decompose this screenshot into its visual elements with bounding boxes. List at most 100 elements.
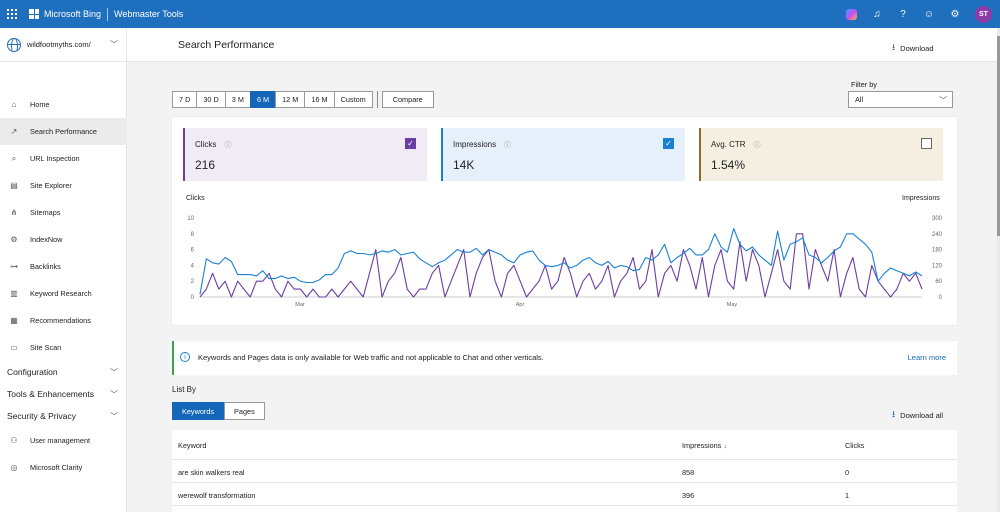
checkmark-icon: ✓ xyxy=(407,139,414,148)
list-by-label: List By xyxy=(172,385,197,394)
top-bar: Microsoft Bing Webmaster Tools ♫ ? ☺ ⚙ S… xyxy=(0,0,1000,28)
brand-divider xyxy=(107,7,109,21)
impressions-cell: 858 xyxy=(682,468,695,477)
page-header: Search Performance ⭳ Download xyxy=(127,28,1000,62)
impressions-checkbox[interactable]: ✓ xyxy=(663,138,674,149)
sidebar-item-site-scan[interactable]: ▭ Site Scan xyxy=(0,334,127,361)
clicks-checkbox[interactable]: ✓ xyxy=(405,138,416,149)
sidebar-group-configuration[interactable]: Configuration ﹀ xyxy=(0,361,127,383)
right-tick-label: 180 xyxy=(932,248,943,254)
sidebar-item-user-management[interactable]: ⚇ User management xyxy=(0,427,127,454)
site-selector[interactable]: wildfootmyths.com/ ﹀ xyxy=(0,28,126,62)
sidebar-item-search-performance[interactable]: ↗ Search Performance xyxy=(0,118,127,145)
sidebar-item-label: Recommendations xyxy=(30,316,91,325)
download-all-label: Download all xyxy=(900,410,944,420)
sidebar-item-backlinks[interactable]: ⊶ Backlinks xyxy=(0,253,127,280)
performance-chart[interactable]: 0 2 4 6 8 10 0 60 120 180 240 300 Mar Apr May xyxy=(180,210,950,315)
range-30d[interactable]: 30 D xyxy=(196,91,225,108)
settings-gear-icon[interactable]: ⚙ xyxy=(949,9,961,20)
sidebar-item-microsoft-clarity[interactable]: ◎ Microsoft Clarity xyxy=(0,454,127,481)
list-by-tabs: Keywords Pages xyxy=(172,402,265,420)
feedback-smiley-icon[interactable]: ☺ xyxy=(923,9,935,20)
ctr-metric-card[interactable]: Avg. CTR ⓘ 1.54% xyxy=(699,128,943,181)
range-custom[interactable]: Custom xyxy=(333,91,373,108)
column-header-impressions[interactable]: Impressions ↓ xyxy=(682,441,727,450)
app-launcher-icon[interactable] xyxy=(7,9,17,19)
sidebar-group-label: Security & Privacy xyxy=(7,411,76,421)
filter-label: Filter by xyxy=(851,80,877,89)
column-header-keyword[interactable]: Keyword xyxy=(178,441,206,450)
clicks-series-line xyxy=(199,233,923,298)
left-tick-label: 8 xyxy=(191,232,195,238)
range-6m[interactable]: 6 M xyxy=(249,91,276,108)
brand-name[interactable]: Microsoft Bing xyxy=(44,9,101,19)
keyword-cell: werewolf transformation xyxy=(178,491,256,500)
sidebar-group-tools-enhancements[interactable]: Tools & Enhancements ﹀ xyxy=(0,383,127,405)
sidebar-item-sitemaps[interactable]: ⋔ Sitemaps xyxy=(0,199,127,226)
download-all-button[interactable]: ⭳ Download all xyxy=(892,407,943,423)
filter-value: All xyxy=(855,95,864,104)
table-header: Keyword Impressions ↓ Clicks xyxy=(172,430,957,460)
info-icon[interactable]: ⓘ xyxy=(504,142,511,149)
sidebar-item-indexnow[interactable]: ⚙ IndexNow xyxy=(0,226,127,253)
avatar[interactable]: ST xyxy=(975,5,992,23)
sidebar-item-label: Backlinks xyxy=(30,262,61,271)
impressions-cell: 396 xyxy=(682,491,695,500)
sidebar-item-label: IndexNow xyxy=(30,235,63,244)
range-3m[interactable]: 3 M xyxy=(224,91,250,108)
globe-icon xyxy=(7,37,21,52)
compare-button[interactable]: Compare xyxy=(381,91,434,108)
sidebar-item-label: Search Performance xyxy=(30,127,97,136)
learn-more-link[interactable]: Learn more xyxy=(908,353,946,362)
sitemap-icon: ⋔ xyxy=(10,208,18,217)
clicks-cell: 1 xyxy=(845,491,850,500)
tab-keywords[interactable]: Keywords xyxy=(172,402,225,420)
table-row[interactable]: are skin walkers real 858 0 xyxy=(172,460,957,483)
sidebar-item-label: Keyword Research xyxy=(30,289,92,298)
left-tick-label: 10 xyxy=(187,216,194,222)
sidebar-nav: ⌂ Home ↗ Search Performance ⌕ URL Inspection ▤… xyxy=(0,91,127,481)
range-12m[interactable]: 12 M xyxy=(275,91,305,108)
ctr-checkbox[interactable] xyxy=(921,138,932,149)
range-divider xyxy=(376,91,378,108)
sidebar-item-url-inspection[interactable]: ⌕ URL Inspection xyxy=(0,145,127,172)
impressions-metric-card[interactable]: Impressions ⓘ 14K ✓ xyxy=(441,128,685,181)
x-tick-label: May xyxy=(727,302,738,308)
sidebar-item-home[interactable]: ⌂ Home xyxy=(0,91,127,118)
keyword-cell: are skin walkers real xyxy=(178,468,245,477)
clicks-value: 216 xyxy=(195,158,216,172)
left-tick-label: 4 xyxy=(191,263,195,269)
sidebar-group-security-privacy[interactable]: Security & Privacy ﹀ xyxy=(0,405,127,427)
sidebar-item-label: Sitemaps xyxy=(30,208,61,217)
info-icon[interactable]: ⓘ xyxy=(224,142,231,149)
sidebar-item-label: User management xyxy=(30,436,91,445)
checkmark-icon: ✓ xyxy=(665,139,672,148)
download-button[interactable]: ⭳ Download xyxy=(892,40,934,56)
sidebar-item-label: Site Scan xyxy=(30,343,62,352)
sidebar-item-keyword-research[interactable]: ▥ Keyword Research xyxy=(0,280,127,307)
chevron-down-icon: ﹀ xyxy=(939,96,947,105)
impressions-header-label: Impressions xyxy=(682,441,722,450)
sidebar-item-label: Home xyxy=(30,100,50,109)
range-7d[interactable]: 7 D xyxy=(172,91,197,108)
product-name[interactable]: Webmaster Tools xyxy=(114,9,183,19)
research-icon: ▥ xyxy=(10,289,18,298)
chevron-down-icon: ﹀ xyxy=(110,40,118,49)
clicks-metric-card[interactable]: Clicks ⓘ 216 ✓ xyxy=(183,128,427,181)
sidebar-item-label: Site Explorer xyxy=(30,181,72,190)
tab-pages[interactable]: Pages xyxy=(224,402,265,420)
help-icon[interactable]: ? xyxy=(897,9,909,20)
copilot-icon[interactable] xyxy=(846,8,857,20)
sidebar-item-site-explorer[interactable]: ▤ Site Explorer xyxy=(0,172,127,199)
data-availability-notice: i Keywords and Pages data is only availa… xyxy=(172,341,957,375)
x-tick-label: Apr xyxy=(516,302,525,308)
table-row[interactable]: werewolf transformation 396 1 xyxy=(172,483,957,506)
filter-dropdown[interactable]: All ﹀ xyxy=(848,91,953,108)
right-tick-label: 0 xyxy=(939,295,943,301)
sidebar-item-recommendations[interactable]: ▦ Recommendations xyxy=(0,307,127,334)
bell-icon[interactable]: ♫ xyxy=(871,9,883,20)
column-header-clicks[interactable]: Clicks xyxy=(845,441,864,450)
info-icon[interactable]: ⓘ xyxy=(754,142,761,149)
x-tick-label: Mar xyxy=(295,302,305,308)
range-16m[interactable]: 16 M xyxy=(304,91,334,108)
